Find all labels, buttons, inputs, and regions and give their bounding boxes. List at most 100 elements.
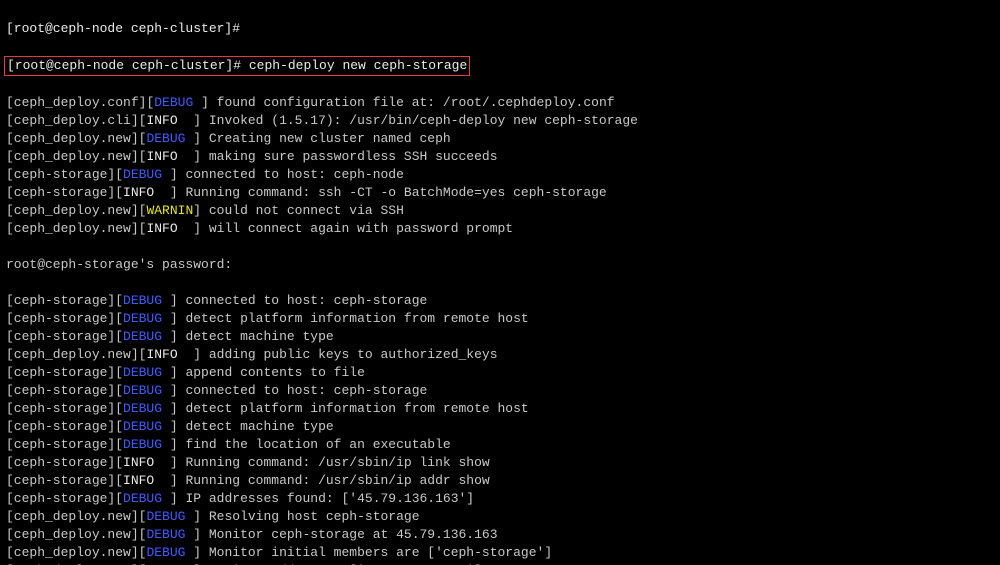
log-level: INFO — [123, 455, 154, 470]
log-source: [ceph-storage] — [6, 437, 115, 452]
log-message: Resolving host ceph-storage — [201, 509, 419, 524]
log-source: [ceph-storage] — [6, 473, 115, 488]
log-message: Running command: ssh -CT -o BatchMode=ye… — [178, 185, 607, 200]
log-level: DEBUG — [123, 383, 162, 398]
log-level: DEBUG — [154, 95, 193, 110]
log-line: [ceph-storage][INFO ] Running command: /… — [6, 454, 994, 472]
log-source: [ceph_deploy.conf] — [6, 95, 146, 110]
log-source: [ceph-storage] — [6, 185, 115, 200]
log-level: DEBUG — [146, 131, 185, 146]
log-source: [ceph_deploy.new] — [6, 149, 139, 164]
log-line: [ceph_deploy.new][DEBUG ] Creating new c… — [6, 130, 994, 148]
log-line: [ceph_deploy.conf][DEBUG ] found configu… — [6, 94, 994, 112]
log-source: [ceph-storage] — [6, 455, 115, 470]
log-line: [ceph-storage][DEBUG ] IP addresses foun… — [6, 490, 994, 508]
log-line: [ceph_deploy.new][INFO ] will connect ag… — [6, 220, 994, 238]
log-message: find the location of an executable — [178, 437, 451, 452]
log-source: [ceph_deploy.new] — [6, 221, 139, 236]
log-level: DEBUG — [123, 167, 162, 182]
log-message: connected to host: ceph-storage — [178, 293, 428, 308]
log-line: [ceph-storage][DEBUG ] connected to host… — [6, 382, 994, 400]
log-source: [ceph-storage] — [6, 365, 115, 380]
log-message: detect platform information from remote … — [178, 401, 529, 416]
log-line: [ceph-storage][DEBUG ] detect platform i… — [6, 310, 994, 328]
log-source: [ceph-storage] — [6, 491, 115, 506]
log-message: making sure passwordless SSH succeeds — [201, 149, 497, 164]
log-line: [ceph-storage][INFO ] Running command: s… — [6, 184, 994, 202]
log-message: detect platform information from remote … — [178, 311, 529, 326]
log-level: DEBUG — [123, 491, 162, 506]
log-level: INFO — [146, 221, 177, 236]
log-level: WARNIN — [146, 203, 193, 218]
log-source: [ceph-storage] — [6, 311, 115, 326]
log-line: [ceph-storage][DEBUG ] connected to host… — [6, 166, 994, 184]
log-message: Running command: /usr/sbin/ip addr show — [178, 473, 490, 488]
log-message: will connect again with password prompt — [201, 221, 513, 236]
log-level: DEBUG — [146, 527, 185, 542]
log-message: connected to host: ceph-node — [178, 167, 404, 182]
terminal[interactable]: [root@ceph-node ceph-cluster]# [root@cep… — [0, 0, 1000, 565]
log-source: [ceph-storage] — [6, 401, 115, 416]
log-line: [ceph_deploy.cli][INFO ] Invoked (1.5.17… — [6, 112, 994, 130]
log-source: [ceph-storage] — [6, 293, 115, 308]
log-line: [ceph-storage][DEBUG ] detect platform i… — [6, 400, 994, 418]
log-source: [ceph-storage] — [6, 383, 115, 398]
log-message: detect machine type — [178, 329, 334, 344]
log-level: DEBUG — [123, 365, 162, 380]
log-source: [ceph_deploy.new] — [6, 509, 139, 524]
log-source: [ceph-storage] — [6, 329, 115, 344]
log-line: [ceph_deploy.new][INFO ] making sure pas… — [6, 148, 994, 166]
log-level: DEBUG — [123, 311, 162, 326]
log-level: DEBUG — [146, 545, 185, 560]
log-level: INFO — [146, 113, 177, 128]
log-level: INFO — [123, 185, 154, 200]
log-level: DEBUG — [123, 329, 162, 344]
log-level: DEBUG — [123, 437, 162, 452]
log-line: [ceph-storage][DEBUG ] find the location… — [6, 436, 994, 454]
log-level: INFO — [146, 149, 177, 164]
password-prompt-line: root@ceph-storage's password: — [6, 256, 994, 274]
log-source: [ceph_deploy.new] — [6, 131, 139, 146]
log-line: [ceph_deploy.new][DEBUG ] Monitor ceph-s… — [6, 526, 994, 544]
log-message: IP addresses found: ['45.79.136.163'] — [178, 491, 474, 506]
log-line: [ceph_deploy.new][INFO ] adding public k… — [6, 346, 994, 364]
log-level: DEBUG — [123, 401, 162, 416]
log-line: [ceph-storage][DEBUG ] append contents t… — [6, 364, 994, 382]
command-highlight: [root@ceph-node ceph-cluster]# ceph-depl… — [4, 56, 470, 76]
log-source: [ceph-storage] — [6, 419, 115, 434]
log-source: [ceph_deploy.new] — [6, 347, 139, 362]
prompt-line: [root@ceph-node ceph-cluster]# — [6, 20, 994, 38]
log-message: found configuration file at: /root/.ceph… — [209, 95, 615, 110]
log-source: [ceph_deploy.new] — [6, 203, 139, 218]
log-message: connected to host: ceph-storage — [178, 383, 428, 398]
log-message: Monitor ceph-storage at 45.79.136.163 — [201, 527, 497, 542]
log-message: append contents to file — [178, 365, 365, 380]
log-message: Monitor initial members are ['ceph-stora… — [201, 545, 552, 560]
log-source: [ceph-storage] — [6, 167, 115, 182]
log-message: Invoked (1.5.17): /usr/bin/ceph-deploy n… — [201, 113, 638, 128]
command-line: [root@ceph-node ceph-cluster]# ceph-depl… — [6, 56, 994, 76]
log-message: could not connect via SSH — [201, 203, 404, 218]
log-line: [ceph_deploy.new][DEBUG ] Resolving host… — [6, 508, 994, 526]
log-line: [ceph-storage][DEBUG ] detect machine ty… — [6, 328, 994, 346]
log-level: DEBUG — [123, 419, 162, 434]
log-line: [ceph-storage][DEBUG ] detect machine ty… — [6, 418, 994, 436]
log-source: [ceph_deploy.cli] — [6, 113, 139, 128]
log-line: [ceph_deploy.new][WARNIN] could not conn… — [6, 202, 994, 220]
log-level: INFO — [146, 347, 177, 362]
log-message: detect machine type — [178, 419, 334, 434]
log-line: [ceph-storage][DEBUG ] connected to host… — [6, 292, 994, 310]
log-level: DEBUG — [146, 509, 185, 524]
log-level: INFO — [123, 473, 154, 488]
log-line: [ceph-storage][INFO ] Running command: /… — [6, 472, 994, 490]
shell-prompt: [root@ceph-node ceph-cluster]# — [6, 21, 240, 36]
log-level: DEBUG — [123, 293, 162, 308]
typed-command: ceph-deploy new ceph-storage — [249, 58, 467, 73]
shell-prompt: [root@ceph-node ceph-cluster]# — [7, 58, 249, 73]
log-message: Creating new cluster named ceph — [201, 131, 451, 146]
log-source: [ceph_deploy.new] — [6, 545, 139, 560]
log-message: Running command: /usr/sbin/ip link show — [178, 455, 490, 470]
log-source: [ceph_deploy.new] — [6, 527, 139, 542]
log-message: adding public keys to authorized_keys — [201, 347, 497, 362]
log-line: [ceph_deploy.new][DEBUG ] Monitor initia… — [6, 544, 994, 562]
